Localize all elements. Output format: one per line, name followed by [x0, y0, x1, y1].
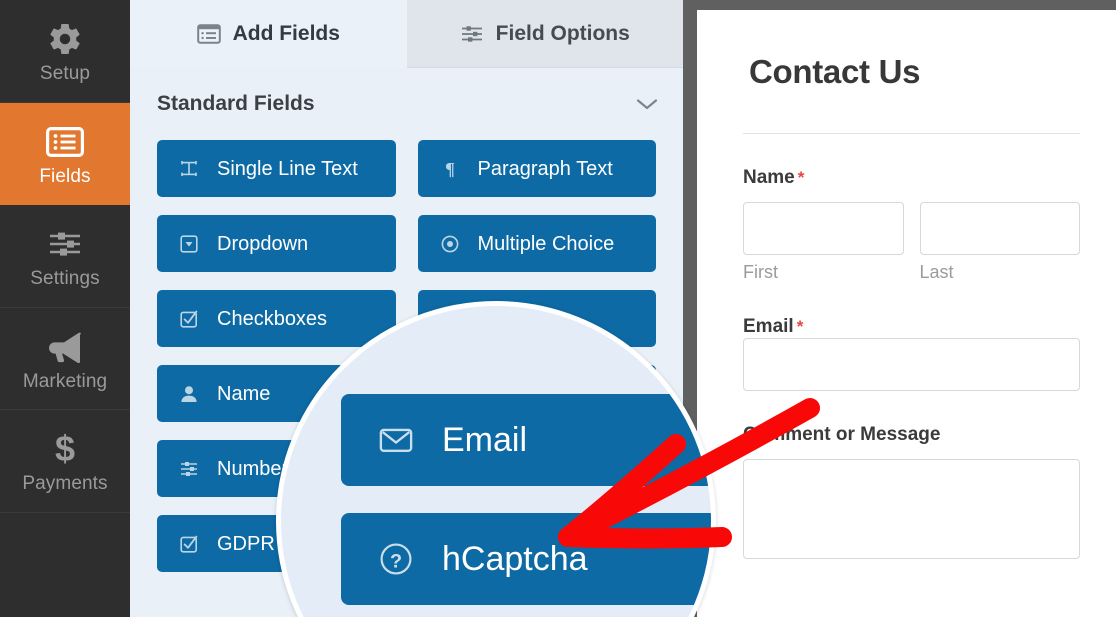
- form-fields: Name * First Last Email * Comment or Mes…: [697, 167, 1116, 559]
- svg-text:$: $: [55, 429, 75, 469]
- preview-field-name: Name * First Last: [743, 167, 1080, 283]
- last-name-sublabel: Last: [919, 262, 954, 282]
- comment-textarea[interactable]: [743, 459, 1080, 559]
- field-button-label: Single Line Text: [217, 157, 358, 180]
- megaphone-icon: [45, 326, 85, 368]
- tab-label: Field Options: [495, 21, 630, 45]
- magnified-button-label: hCaptcha: [442, 539, 588, 578]
- dropdown-icon: [178, 234, 200, 254]
- title-divider: [743, 133, 1080, 134]
- field-label-text: Email: [743, 316, 794, 337]
- list-icon: [46, 121, 84, 163]
- field-button-multiple-choice[interactable]: Multiple Choice: [417, 215, 656, 272]
- tab-field-options[interactable]: Field Options: [406, 0, 683, 68]
- field-button-single-line-text[interactable]: Single Line Text: [157, 140, 396, 197]
- email-input[interactable]: [743, 338, 1080, 391]
- sidebar-item-marketing[interactable]: Marketing: [0, 308, 130, 410]
- field-button-label: Name: [217, 382, 271, 405]
- envelope-icon: [378, 422, 414, 458]
- sidebar-item-label: Setup: [39, 63, 91, 85]
- sidebar-item-settings[interactable]: Settings: [0, 205, 130, 308]
- required-marker: *: [797, 168, 805, 187]
- field-button-label: Dropdown: [217, 232, 309, 255]
- preview-field-comment: Comment or Message: [743, 424, 1080, 559]
- user-icon: [178, 384, 200, 404]
- first-name-sublabel: First: [743, 262, 778, 282]
- sidebar-item-label: Fields: [39, 165, 91, 187]
- magnified-field-button-email[interactable]: Email: [341, 394, 711, 486]
- sliders-icon: [178, 459, 200, 479]
- question-circle-icon: ?: [378, 541, 414, 577]
- field-label: Comment or Message: [743, 424, 1080, 446]
- svg-text:¶: ¶: [445, 159, 455, 179]
- preview-field-email: Email *: [743, 316, 1080, 391]
- text-icon: [178, 159, 200, 179]
- panel-tabs: Add Fields Field Options: [130, 0, 683, 68]
- checkbox-icon: [178, 309, 200, 329]
- add-fields-icon: [196, 23, 221, 44]
- svg-text:?: ?: [390, 550, 402, 572]
- field-button-dropdown[interactable]: Dropdown: [157, 215, 396, 272]
- primary-sidebar: Setup Fields Settings Marketing $ Paymen…: [0, 0, 130, 617]
- tab-label: Add Fields: [232, 21, 340, 45]
- page-title: Contact Us: [749, 53, 921, 90]
- form-preview-card: Contact Us Name * First Last Email * Com…: [697, 10, 1116, 617]
- sidebar-item-setup[interactable]: Setup: [0, 0, 130, 103]
- sidebar-item-label: Settings: [30, 268, 100, 290]
- field-button-checkboxes[interactable]: Checkboxes: [157, 290, 396, 347]
- magnified-button-label: Email: [442, 420, 528, 459]
- field-button-label: Paragraph Text: [477, 157, 613, 180]
- sidebar-item-fields[interactable]: Fields: [0, 102, 130, 205]
- field-label-text: Name: [743, 167, 795, 188]
- dollar-icon: $: [49, 428, 81, 470]
- field-options-icon: [460, 24, 484, 44]
- name-sublabels-row: First Last: [743, 255, 1080, 283]
- form-builder-screen: Setup Fields Settings Marketing $ Paymen…: [0, 0, 1116, 617]
- sidebar-item-label: Marketing: [22, 370, 108, 392]
- gear-icon: [47, 18, 83, 60]
- field-label: Email *: [743, 316, 1080, 338]
- form-preview-pane: Contact Us Name * First Last Email * Com…: [683, 0, 1116, 617]
- field-label-text: Comment or Message: [743, 424, 941, 445]
- last-name-input[interactable]: [919, 202, 1080, 255]
- field-button-label: Multiple Choice: [477, 232, 615, 255]
- chevron-down-icon[interactable]: [635, 97, 659, 111]
- checkbox-icon: [178, 534, 200, 554]
- paragraph-icon: ¶: [439, 159, 461, 179]
- field-label: Name *: [743, 167, 1080, 189]
- first-name-input[interactable]: [743, 202, 904, 255]
- sidebar-item-payments[interactable]: $ Payments: [0, 410, 130, 513]
- tab-add-fields[interactable]: Add Fields: [130, 0, 407, 68]
- sliders-icon: [46, 223, 84, 265]
- field-button-label: Checkboxes: [217, 307, 328, 330]
- name-inputs-row: [743, 202, 1080, 255]
- section-title: Standard Fields: [157, 92, 315, 115]
- required-marker: *: [796, 317, 804, 336]
- standard-fields-section-header[interactable]: Standard Fields: [130, 68, 683, 140]
- radio-icon: [439, 234, 461, 254]
- field-button-paragraph-text[interactable]: ¶ Paragraph Text: [417, 140, 656, 197]
- magnified-field-button-hcaptcha[interactable]: ? hCaptcha: [341, 513, 711, 605]
- sidebar-item-label: Payments: [22, 473, 108, 495]
